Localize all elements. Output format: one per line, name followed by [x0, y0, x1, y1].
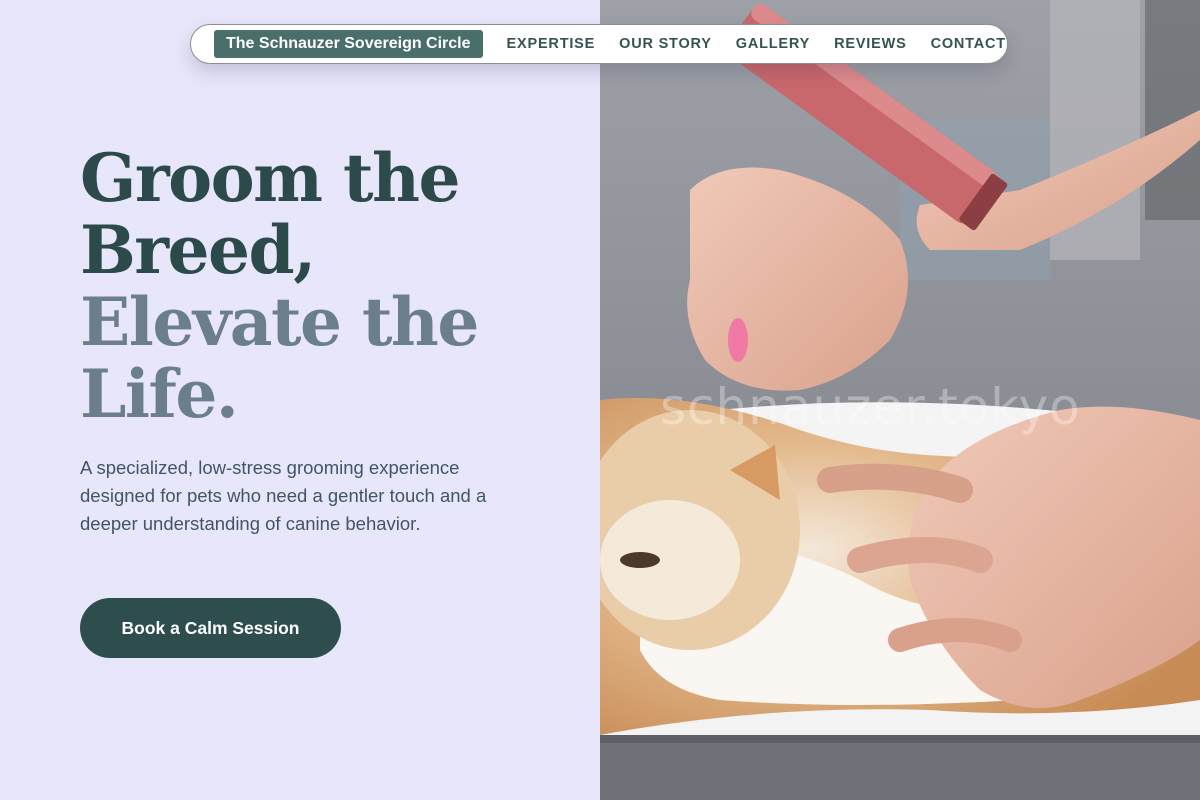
book-session-button[interactable]: Book a Calm Session [80, 598, 341, 658]
hero-title-line-4: Life. [80, 355, 239, 433]
photo-watermark: schnauzer.tokyo [660, 378, 1081, 436]
nav-link-gallery[interactable]: GALLERY [736, 36, 810, 52]
hero-title-line-1: Groom the [80, 139, 460, 217]
hero-title: Groom the Breed, Elevate the Life. [80, 139, 479, 433]
nav-link-contact[interactable]: CONTACT [931, 36, 1006, 52]
nav-link-our-story[interactable]: OUR STORY [619, 36, 712, 52]
nav-link-expertise[interactable]: EXPERTISE [507, 36, 596, 52]
top-navigation: The Schnauzer Sovereign Circle EXPERTISE… [190, 24, 1008, 64]
nav-links: EXPERTISE OUR STORY GALLERY REVIEWS CONT… [507, 36, 1030, 52]
nav-link-reviews[interactable]: REVIEWS [834, 36, 906, 52]
hero-title-line-3: Elevate the [80, 283, 479, 361]
hero-description: A specialized, low-stress grooming exper… [80, 457, 487, 534]
hero-title-line-2: Breed, [80, 211, 316, 289]
brand-logo[interactable]: The Schnauzer Sovereign Circle [214, 30, 483, 58]
